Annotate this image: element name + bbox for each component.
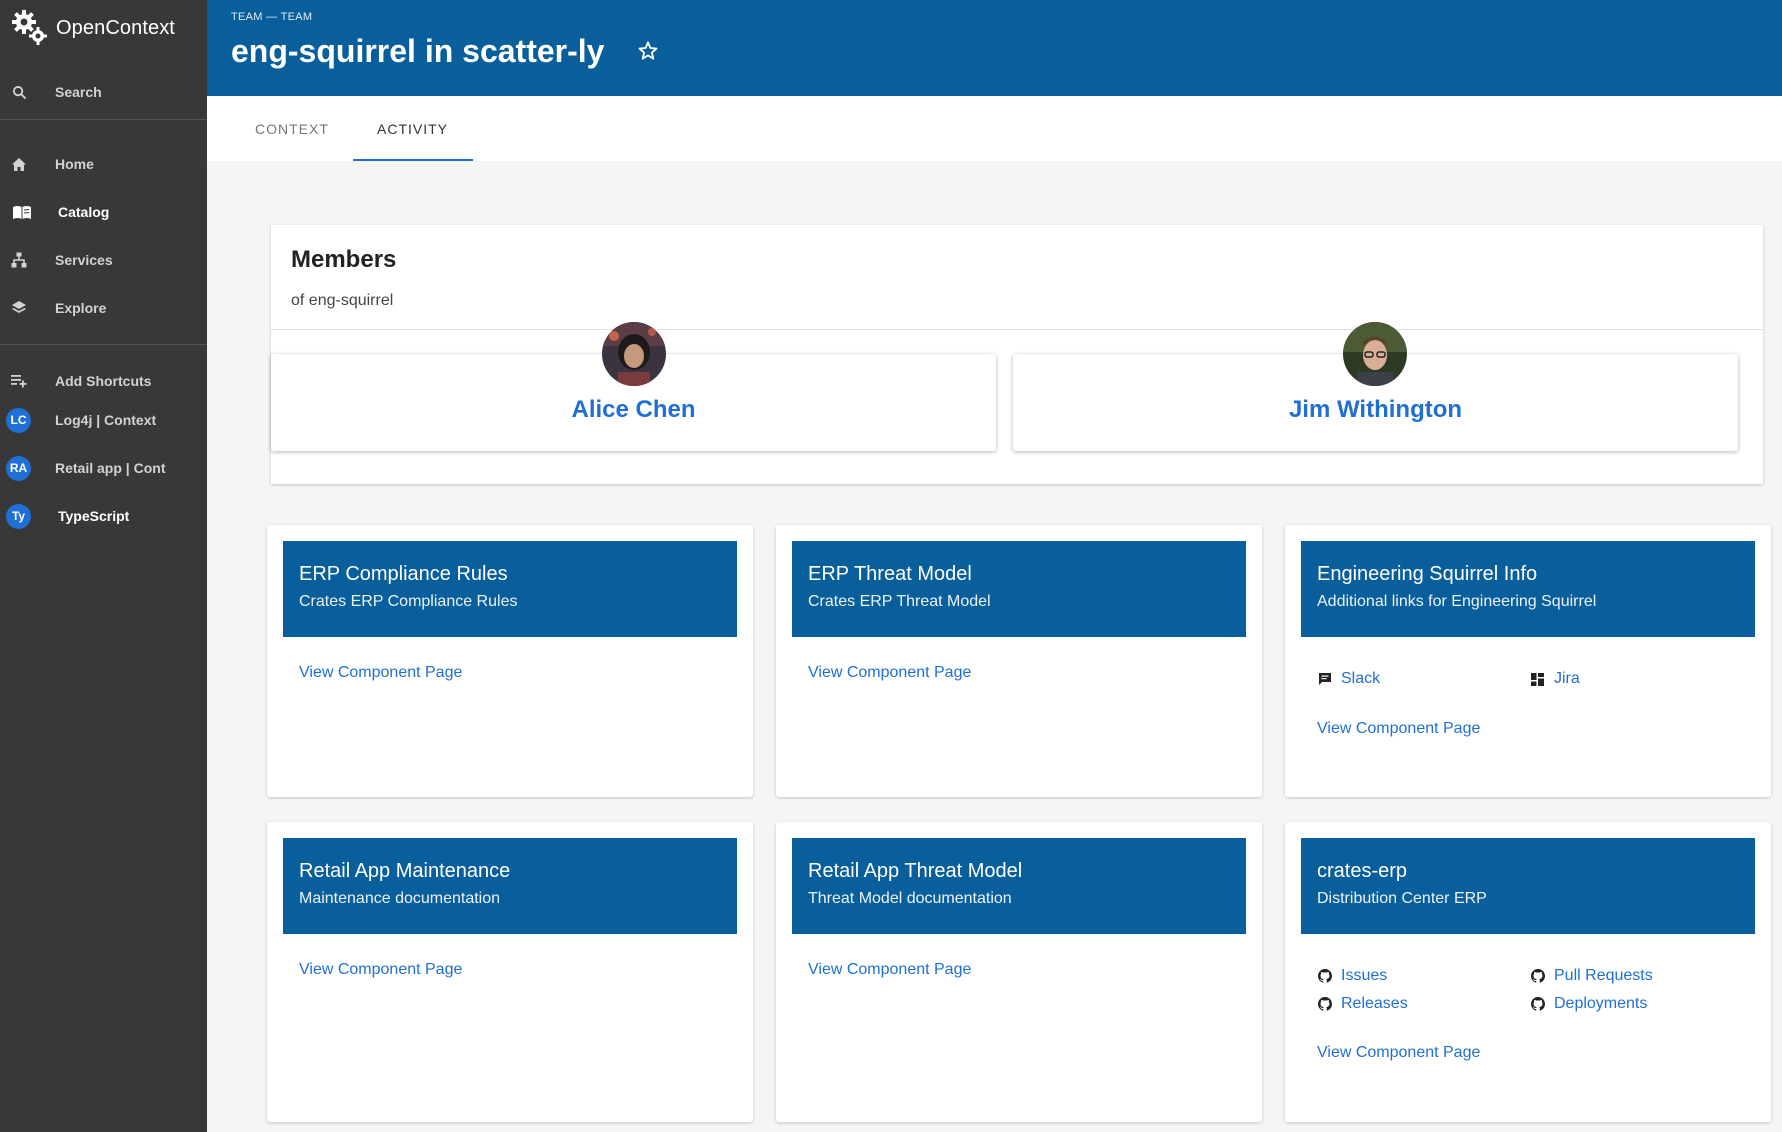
- card-title: Engineering Squirrel Info: [1317, 563, 1538, 585]
- card-header: crates-erp Distribution Center ERP: [1301, 838, 1755, 934]
- releases-link[interactable]: Releases: [1317, 995, 1408, 1013]
- link-card: Engineering Squirrel Info Additional lin…: [1285, 525, 1771, 797]
- tab-bar: CONTEXT ACTIVITY: [207, 96, 1782, 161]
- jira-link[interactable]: Jira: [1530, 670, 1580, 688]
- shortcut-retail-app[interactable]: RA Retail app | Context: [0, 450, 207, 486]
- layers-icon: [11, 300, 27, 316]
- members-title: Members: [291, 246, 397, 273]
- slack-link-label: Slack: [1341, 670, 1381, 687]
- card-subtitle: Threat Model documentation: [808, 890, 1012, 907]
- star-icon[interactable]: [637, 40, 659, 62]
- card-title: ERP Compliance Rules: [299, 563, 508, 585]
- page-title: eng-squirrel in scatter-ly: [231, 33, 605, 69]
- slack-link[interactable]: Slack: [1317, 670, 1380, 688]
- sidebar-item-label: Catalog: [58, 204, 110, 220]
- github-icon: [1317, 997, 1332, 1012]
- add-shortcuts-button[interactable]: Add Shortcuts: [0, 363, 207, 399]
- link-card: crates-erp Distribution Center ERP Issue…: [1285, 822, 1771, 1122]
- view-component-link[interactable]: View Component Page: [1317, 1044, 1480, 1062]
- tab-context[interactable]: CONTEXT: [255, 96, 329, 161]
- view-component-link[interactable]: View Component Page: [808, 664, 971, 682]
- card-subtitle: Additional links for Engineering Squirre…: [1317, 593, 1597, 610]
- sidebar-search[interactable]: Search: [0, 74, 207, 110]
- shortcut-label: TypeScript: [58, 508, 130, 524]
- breadcrumb: TEAM — TEAM: [231, 11, 313, 23]
- card-header: ERP Threat Model Crates ERP Threat Model: [792, 541, 1246, 637]
- issues-link[interactable]: Issues: [1317, 967, 1387, 985]
- pull-requests-link[interactable]: Pull Requests: [1530, 967, 1653, 985]
- shortcut-badge: RA: [6, 455, 31, 481]
- search-icon: [11, 84, 27, 100]
- view-component-link[interactable]: View Component Page: [299, 961, 462, 979]
- card-subtitle: Maintenance documentation: [299, 890, 501, 907]
- home-icon: [11, 156, 27, 172]
- card-title: ERP Threat Model: [808, 563, 972, 585]
- members-subtitle: of eng-squirrel: [291, 292, 394, 309]
- card-title: Retail App Maintenance: [299, 860, 511, 882]
- sidebar-item-explore[interactable]: Explore: [0, 290, 207, 326]
- tab-activity[interactable]: ACTIVITY: [377, 96, 448, 161]
- avatar: [602, 322, 666, 386]
- shortcut-log4j[interactable]: LC Log4j | Context: [0, 402, 207, 438]
- sidebar-item-label: Home: [55, 156, 94, 172]
- shortcut-typescript[interactable]: Ty TypeScript: [0, 498, 207, 534]
- members-card: Members of eng-squirrel Alice Chen Jim W…: [271, 225, 1763, 484]
- view-component-link[interactable]: View Component Page: [1317, 720, 1480, 738]
- avatar: [1343, 322, 1407, 386]
- member-name[interactable]: Jim Withington: [1013, 396, 1738, 424]
- github-icon: [1530, 997, 1545, 1012]
- sidebar-divider: [0, 344, 207, 345]
- releases-link-label: Releases: [1341, 995, 1408, 1012]
- card-title: Retail App Threat Model: [808, 860, 1023, 882]
- page-header: TEAM — TEAM eng-squirrel in scatter-ly: [207, 0, 1782, 96]
- issues-link-label: Issues: [1341, 967, 1388, 984]
- shortcut-badge: LC: [6, 407, 31, 433]
- card-header: Engineering Squirrel Info Additional lin…: [1301, 541, 1755, 637]
- chat-icon: [1317, 672, 1332, 687]
- deployments-link-label: Deployments: [1554, 995, 1648, 1012]
- sitemap-icon: [11, 252, 27, 268]
- view-component-link[interactable]: View Component Page: [299, 664, 462, 682]
- gears-icon: [10, 8, 50, 48]
- sidebar-search-label: Search: [55, 84, 102, 100]
- link-card: ERP Threat Model Crates ERP Threat Model…: [776, 525, 1262, 797]
- card-header: Retail App Threat Model Threat Model doc…: [792, 838, 1246, 934]
- divider: [271, 329, 1763, 330]
- book-icon: [12, 204, 32, 220]
- card-subtitle: Crates ERP Compliance Rules: [299, 593, 518, 610]
- sidebar-divider: [0, 119, 207, 120]
- github-icon: [1317, 969, 1332, 984]
- link-card: Retail App Threat Model Threat Model doc…: [776, 822, 1262, 1122]
- shortcut-label: Log4j | Context: [55, 412, 157, 428]
- shortcut-badge: Ty: [6, 503, 31, 529]
- jira-link-label: Jira: [1554, 670, 1580, 687]
- card-title: crates-erp: [1317, 860, 1408, 882]
- add-shortcuts-label: Add Shortcuts: [55, 373, 152, 389]
- sidebar-item-home[interactable]: Home: [0, 146, 207, 182]
- playlist-add-icon: [11, 373, 27, 389]
- sidebar-item-catalog[interactable]: Catalog: [0, 194, 207, 230]
- dashboard-icon: [1530, 672, 1545, 687]
- app-logo[interactable]: OpenContext: [10, 8, 175, 48]
- card-header: Retail App Maintenance Maintenance docum…: [283, 838, 737, 934]
- sidebar-item-services[interactable]: Services: [0, 242, 207, 278]
- link-card: Retail App Maintenance Maintenance docum…: [267, 822, 753, 1122]
- card-subtitle: Crates ERP Threat Model: [808, 593, 991, 610]
- member-name[interactable]: Alice Chen: [271, 396, 996, 424]
- app-name: OpenContext: [56, 16, 175, 39]
- github-icon: [1530, 969, 1545, 984]
- pull-requests-link-label: Pull Requests: [1554, 967, 1653, 984]
- sidebar-item-label: Services: [55, 252, 113, 268]
- card-header: ERP Compliance Rules Crates ERP Complian…: [283, 541, 737, 637]
- sidebar-item-label: Explore: [55, 300, 107, 316]
- tab-indicator: [353, 159, 473, 161]
- card-subtitle: Distribution Center ERP: [1317, 890, 1487, 907]
- sidebar: OpenContext Search Home Catalog Services…: [0, 0, 207, 1132]
- shortcut-label: Retail app | Context: [55, 460, 166, 476]
- view-component-link[interactable]: View Component Page: [808, 961, 971, 979]
- deployments-link[interactable]: Deployments: [1530, 995, 1647, 1013]
- link-card: ERP Compliance Rules Crates ERP Complian…: [267, 525, 753, 797]
